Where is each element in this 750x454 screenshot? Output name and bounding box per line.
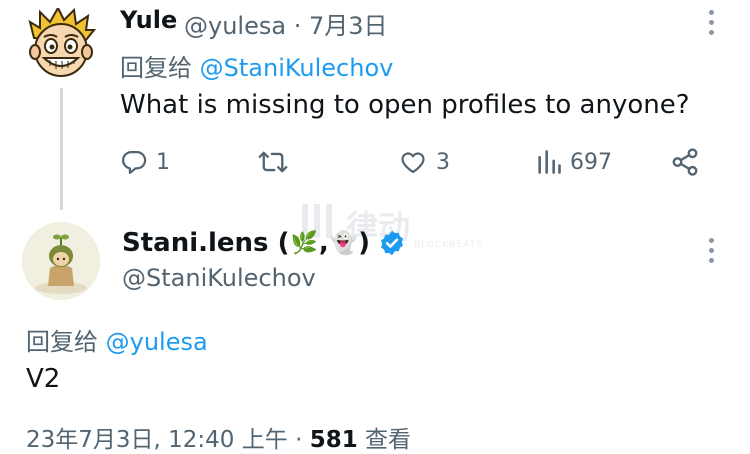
herb-emoji: 🌿 bbox=[290, 230, 318, 256]
verified-icon bbox=[378, 229, 406, 257]
tweet2-more-icon[interactable] bbox=[704, 238, 720, 264]
tweet1-separator: · bbox=[293, 12, 302, 40]
tweet2-timestamp[interactable]: 23年7月3日, 12:40 上午 bbox=[26, 427, 288, 453]
like-icon bbox=[398, 148, 428, 176]
tweet1-handle[interactable]: @yulesa bbox=[184, 12, 286, 40]
tweet2-name-text: Stani.lens ( bbox=[122, 228, 290, 258]
reply-count: 1 bbox=[156, 149, 170, 175]
share-button[interactable] bbox=[670, 146, 700, 178]
ghost-emoji: 👻 bbox=[329, 230, 358, 256]
tweet2-handle[interactable]: @StaniKulechov bbox=[122, 264, 316, 292]
avatar-yule[interactable] bbox=[26, 5, 97, 80]
like-button[interactable]: 3 bbox=[398, 146, 450, 178]
reply-button[interactable]: 1 bbox=[120, 146, 170, 178]
tweet2-meta: 23年7月3日, 12:40 上午 · 581 查看 bbox=[26, 420, 411, 454]
tweet2-replying-mention[interactable]: @yulesa bbox=[106, 328, 208, 356]
views-icon bbox=[536, 148, 562, 176]
tweet1-meta: @yulesa · 7月3日 bbox=[184, 6, 388, 41]
tweet2-name-comma: , bbox=[318, 228, 329, 258]
views-count: 697 bbox=[570, 149, 612, 175]
tweet2-replying-label: 回复给 bbox=[26, 328, 98, 356]
retweet-icon bbox=[258, 148, 288, 176]
tweet1-display-name[interactable]: Yule bbox=[120, 6, 177, 34]
watermark-subtext: BLOCKBEATS bbox=[414, 240, 483, 250]
tweet2-display-name[interactable]: Stani.lens ( 🌿 , 👻 ) bbox=[122, 228, 406, 258]
tweet2-name-close: ) bbox=[358, 228, 371, 258]
tweet2-separator: · bbox=[295, 427, 303, 453]
views-button[interactable]: 697 bbox=[536, 146, 612, 178]
thread-line bbox=[60, 88, 63, 210]
tweet1-replying-label: 回复给 bbox=[120, 54, 192, 82]
avatar-stani[interactable] bbox=[22, 222, 100, 300]
tweet2-replying-to: 回复给 @yulesa bbox=[26, 322, 208, 357]
like-count: 3 bbox=[436, 149, 450, 175]
retweet-button[interactable] bbox=[258, 146, 296, 178]
reply-icon bbox=[120, 148, 148, 176]
tweet2-text: V2 bbox=[26, 364, 61, 394]
tweet1-text: What is missing to open profiles to anyo… bbox=[120, 90, 690, 120]
tweet1-date[interactable]: 7月3日 bbox=[309, 12, 388, 40]
tweet1-replying-mention[interactable]: @StaniKulechov bbox=[200, 54, 394, 82]
tweet1-replying-to: 回复给 @StaniKulechov bbox=[120, 48, 393, 83]
tweet2-views-label: 查看 bbox=[365, 427, 412, 453]
tweet1-more-icon[interactable] bbox=[704, 10, 720, 36]
tweet2-views-count: 581 bbox=[309, 427, 358, 453]
share-icon bbox=[670, 147, 700, 177]
